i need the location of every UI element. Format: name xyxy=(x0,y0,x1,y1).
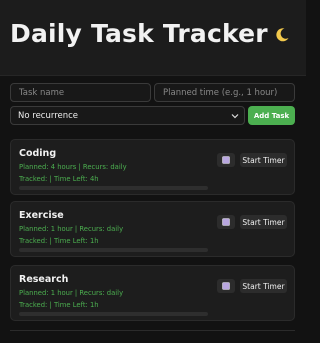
task-tracked-info: Tracked: | Time Left: 1h xyxy=(19,301,99,309)
task-progress-bar xyxy=(19,312,208,316)
task-tracked-info: Tracked: | Time Left: 1h xyxy=(19,237,99,245)
start-timer-button[interactable]: Start Timer xyxy=(240,215,287,229)
task-progress-bar xyxy=(19,248,208,252)
add-task-button[interactable]: Add Task xyxy=(248,106,295,125)
recurrence-selected-value: No recurrence xyxy=(18,110,79,121)
task-planned-info: Planned: 1 hour | Recurs: daily xyxy=(19,289,124,297)
edit-task-button[interactable] xyxy=(217,215,235,229)
square-icon xyxy=(222,282,230,290)
task-title: Research xyxy=(19,274,69,285)
square-icon xyxy=(222,156,230,164)
task-title: Coding xyxy=(19,148,57,159)
task-progress-bar xyxy=(19,186,208,190)
chevron-down-icon xyxy=(231,114,239,119)
recurrence-select[interactable]: No recurrence xyxy=(10,106,245,125)
moon-icon[interactable] xyxy=(274,27,290,43)
task-card: Coding Planned: 4 hours | Recurs: daily … xyxy=(10,139,295,195)
task-name-input[interactable] xyxy=(10,83,151,102)
task-planned-info: Planned: 4 hours | Recurs: daily xyxy=(19,163,127,171)
start-timer-button[interactable]: Start Timer xyxy=(240,153,287,167)
task-card: Research Planned: 1 hour | Recurs: daily… xyxy=(10,265,295,321)
edit-task-button[interactable] xyxy=(217,279,235,293)
page-title: Daily Task Tracker xyxy=(10,19,268,48)
task-tracked-info: Tracked: | Time Left: 4h xyxy=(19,175,99,183)
square-icon xyxy=(222,218,230,226)
task-planned-info: Planned: 1 hour | Recurs: daily xyxy=(19,225,124,233)
app-header: Daily Task Tracker xyxy=(0,0,306,76)
task-card: Exercise Planned: 1 hour | Recurs: daily… xyxy=(10,201,295,257)
task-title: Exercise xyxy=(19,210,64,221)
start-timer-button[interactable]: Start Timer xyxy=(240,279,287,293)
edit-task-button[interactable] xyxy=(217,153,235,167)
planned-time-input[interactable] xyxy=(154,83,295,102)
divider xyxy=(10,330,295,331)
